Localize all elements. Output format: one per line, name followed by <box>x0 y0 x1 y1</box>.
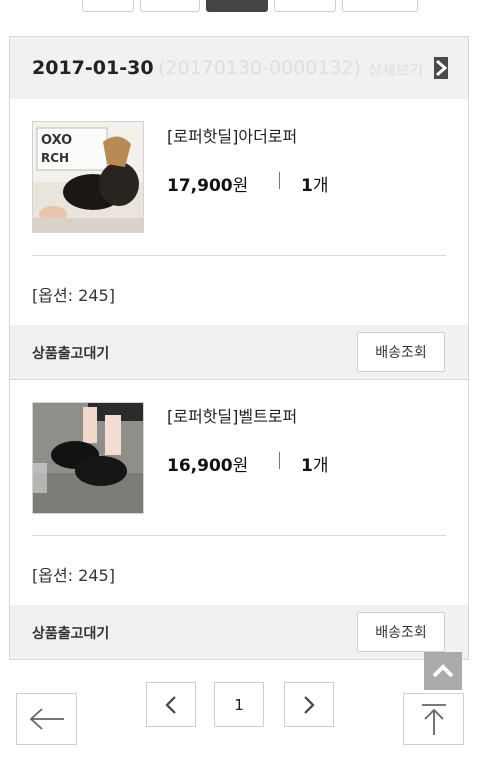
arrow-up-icon <box>421 704 446 735</box>
divider-vertical <box>279 172 280 189</box>
tab-1[interactable] <box>82 0 134 12</box>
item-status-bar: 상품출고대기 배송조회 <box>10 605 468 659</box>
order-item: OXO RCH [로퍼핫딜]아더로퍼 17,900원 1개 [옵션: 245] … <box>10 99 468 381</box>
chevron-right-icon <box>304 695 315 714</box>
tab-3-active[interactable] <box>206 0 268 12</box>
svg-text:RCH: RCH <box>41 151 69 165</box>
shipping-status: 상품출고대기 <box>32 626 110 642</box>
order-detail-link[interactable]: 상세보기 <box>368 59 423 80</box>
to-top-button[interactable] <box>403 693 464 745</box>
product-price: 16,900원 <box>167 456 249 476</box>
arrow-left-icon <box>29 708 64 730</box>
order-item: [로퍼핫딜]벨트로퍼 16,900원 1개 [옵션: 245] 상품출고대기 배… <box>10 380 468 660</box>
back-button[interactable] <box>16 693 77 745</box>
order-card: 2017-01-30 (20170130-0000132) 상세보기 OXO R… <box>9 36 469 660</box>
current-page[interactable]: 1 <box>214 682 264 727</box>
order-date: 2017-01-30 <box>32 57 154 79</box>
divider <box>32 535 446 536</box>
order-number: (20170130-0000132) <box>158 57 362 79</box>
item-status-bar: 상품출고대기 배송조회 <box>10 325 468 379</box>
shipping-status: 상품출고대기 <box>32 346 110 362</box>
next-page-button[interactable] <box>284 682 334 727</box>
product-quantity: 1개 <box>301 176 329 196</box>
scroll-top-button[interactable] <box>424 652 462 690</box>
product-image[interactable] <box>32 402 144 514</box>
svg-text:OXO: OXO <box>41 133 72 148</box>
tab-5[interactable] <box>342 0 418 12</box>
track-delivery-button[interactable]: 배송조회 <box>357 332 445 372</box>
tab-2[interactable] <box>140 0 200 12</box>
page-number: 1 <box>234 695 244 714</box>
order-header: 2017-01-30 (20170130-0000132) 상세보기 <box>10 37 468 99</box>
product-name[interactable]: [로퍼핫딜]벨트로퍼 <box>167 403 297 427</box>
track-delivery-button[interactable]: 배송조회 <box>357 612 445 652</box>
tab-4[interactable] <box>274 0 336 12</box>
divider-vertical <box>279 452 280 469</box>
product-quantity: 1개 <box>301 456 329 476</box>
prev-page-button[interactable] <box>146 682 196 727</box>
product-price: 17,900원 <box>167 176 249 196</box>
product-image[interactable]: OXO RCH <box>32 121 144 233</box>
product-option: [옵션: 245] <box>32 286 115 305</box>
divider <box>32 255 446 256</box>
product-name[interactable]: [로퍼핫딜]아더로퍼 <box>167 123 297 147</box>
product-option: [옵션: 245] <box>32 566 115 585</box>
chevron-left-icon <box>165 695 176 714</box>
chevron-up-icon <box>432 664 454 678</box>
chevron-right-icon[interactable] <box>434 57 448 79</box>
